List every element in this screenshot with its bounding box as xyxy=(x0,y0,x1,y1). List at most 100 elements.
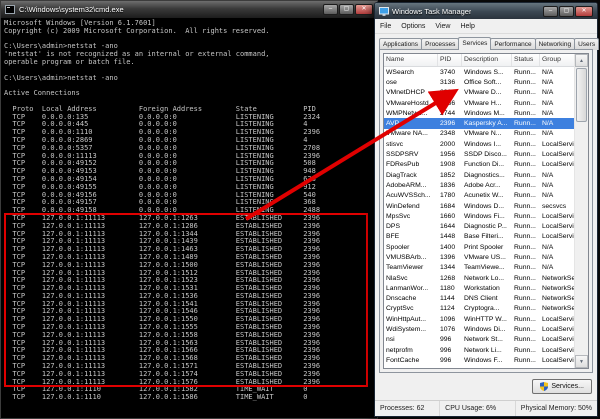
minimize-icon[interactable]: – xyxy=(543,5,558,17)
menu-item-file[interactable]: File xyxy=(375,22,396,31)
service-description: Network Lo... xyxy=(464,274,505,282)
service-row[interactable]: Spooler 1400 Print Spooler Runn... N/A xyxy=(384,242,575,252)
service-row[interactable]: VMUSBArb... 1396 VMware US... Runn... N/A xyxy=(384,252,575,262)
service-description: Cryptogra... xyxy=(464,305,500,313)
service-description: WinHTTP W... xyxy=(464,315,507,323)
scrollbar-thumb[interactable] xyxy=(576,68,587,122)
service-row[interactable]: netprofm 996 Network Li... Runn... LocalServ… xyxy=(384,345,575,355)
service-name: BFE xyxy=(386,233,400,241)
service-status: Runn... xyxy=(514,140,536,148)
service-row[interactable]: WSearch 3740 Windows S... Runn... N/A xyxy=(384,67,575,77)
menu-item-help[interactable]: Help xyxy=(455,22,479,31)
service-pid: 996 xyxy=(440,356,452,364)
service-description: Print Spooler xyxy=(464,243,504,251)
column-header-name[interactable]: Name xyxy=(384,54,438,66)
service-pid: 1144 xyxy=(440,295,455,303)
close-icon[interactable]: ✕ xyxy=(355,4,373,15)
service-status: Runn... xyxy=(514,68,536,76)
minimize-icon[interactable]: – xyxy=(323,4,338,15)
service-row[interactable]: VMwareHostd 2856 VMware H... Runn... N/A xyxy=(384,98,575,108)
highlight-rectangle xyxy=(4,213,368,387)
vertical-scrollbar[interactable]: ▲ ▼ xyxy=(574,54,588,368)
service-pid: 1684 xyxy=(440,202,456,210)
column-header-description[interactable]: Description xyxy=(462,54,512,66)
service-row[interactable]: nsi 996 Network St... Runn... LocalServic... xyxy=(384,335,575,345)
service-row[interactable]: NlaSvc 1268 Network Lo... Runn... NetworkSe.… xyxy=(384,273,575,283)
service-row[interactable]: stisvc 2000 Windows I... Runn... LocalServic… xyxy=(384,139,575,149)
services-list: Name PID Description Status Group WSearch 374… xyxy=(383,53,589,369)
service-status: Runn... xyxy=(514,171,536,179)
service-row[interactable]: DiagTrack 1852 Diagnostics... Runn... N/A xyxy=(384,170,575,180)
service-row[interactable]: FontCache 996 Windows F... Runn... LocalServ… xyxy=(384,355,575,365)
service-pid: 1956 xyxy=(440,151,456,159)
service-row[interactable]: LanmanWor... 1180 Workstation Runn... Networ… xyxy=(384,283,575,293)
service-row[interactable]: WdiSystem... 1076 Windows Di... Runn... Loca… xyxy=(384,324,575,334)
services-button[interactable]: Services... xyxy=(532,379,592,394)
service-name: AcuWVSSch... xyxy=(386,192,431,200)
service-description: VMware N... xyxy=(464,130,502,138)
service-group: N/A xyxy=(542,68,554,76)
service-group: secsvcs xyxy=(542,202,567,210)
service-row[interactable]: BFE 1448 Base Filteri... Runn... LocalServic… xyxy=(384,232,575,242)
service-row[interactable]: VMnetDHCP 2924 VMware D... Runn... N/A xyxy=(384,88,575,98)
cmd-window-title: C:\Windows\system32\cmd.exe xyxy=(19,5,124,14)
tab-services[interactable]: Services xyxy=(458,37,492,50)
maximize-icon[interactable]: ▢ xyxy=(339,4,354,15)
service-row[interactable]: AdobeARM... 1836 Adobe Acr... Runn... N/A xyxy=(384,180,575,190)
service-status: Runn... xyxy=(514,326,536,334)
column-header-group[interactable]: Group xyxy=(540,54,575,66)
service-row[interactable]: VMware NA... 2348 VMware N... Runn... N/A xyxy=(384,129,575,139)
scroll-down-icon[interactable]: ▼ xyxy=(575,355,588,368)
service-pid: 1268 xyxy=(440,274,456,282)
service-description: Function Di... xyxy=(464,161,505,169)
maximize-icon[interactable]: ▢ xyxy=(559,5,574,17)
service-description: VMware H... xyxy=(464,99,502,107)
menu-item-view[interactable]: View xyxy=(430,22,455,31)
services-button-label: Services... xyxy=(551,383,584,390)
service-row[interactable]: WMPNetwo... 2744 Windows M... Runn... N/A xyxy=(384,108,575,118)
taskmgr-caption-buttons: – ▢ ✕ xyxy=(543,5,593,17)
service-group: N/A xyxy=(542,130,554,138)
service-name: LanmanWor... xyxy=(386,284,429,292)
service-row[interactable]: DPS 1644 Diagnostic P... Runn... LocalServic… xyxy=(384,221,575,231)
service-pid: 1448 xyxy=(440,233,456,241)
task-manager-icon xyxy=(379,6,389,16)
service-row[interactable]: AcuWVSSch... 1780 Acunetix W... Runn... N/A xyxy=(384,191,575,201)
cmd-titlebar[interactable]: C:\Windows\system32\cmd.exe – ▢ ✕ xyxy=(1,1,377,18)
service-description: VMware US... xyxy=(464,253,506,261)
service-row[interactable]: SSDPSRV 1956 SSDP Disco... Runn... LocalServ… xyxy=(384,149,575,159)
service-status: Runn... xyxy=(514,130,536,138)
service-pid: 1180 xyxy=(440,284,455,292)
menu-item-options[interactable]: Options xyxy=(396,22,430,31)
close-icon[interactable]: ✕ xyxy=(575,5,593,17)
service-name: VMUSBArb... xyxy=(386,253,427,261)
status-cpu-usage: CPU Usage: 6% xyxy=(440,401,516,416)
service-name: WMPNetwo... xyxy=(386,109,428,117)
service-row[interactable]: ose 3136 Office Soft... Runn... N/A xyxy=(384,77,575,87)
service-name: Spooler xyxy=(386,243,410,251)
service-group: N/A xyxy=(542,120,554,128)
service-name: MpsSvc xyxy=(386,212,411,220)
service-row[interactable]: TeamViewer 1344 TeamViewe... Runn... N/A xyxy=(384,263,575,273)
service-pid: 2348 xyxy=(440,130,456,138)
service-row[interactable]: MpsSvc 1660 Windows Fi... Runn... LocalServi… xyxy=(384,211,575,221)
service-row[interactable]: CryptSvc 1124 Cryptogra... Runn... NetworkSe… xyxy=(384,304,575,314)
service-row[interactable]: FDResPub 1908 Function Di... Runn... LocalSe… xyxy=(384,160,575,170)
taskmgr-titlebar[interactable]: Windows Task Manager – ▢ ✕ xyxy=(375,3,597,19)
service-row[interactable]: WinHttpAut... 1096 WinHTTP W... Runn... Loca… xyxy=(384,314,575,324)
service-name: VMware NA... xyxy=(386,130,428,138)
service-name: WSearch xyxy=(386,68,414,76)
column-header-pid[interactable]: PID xyxy=(438,54,462,66)
service-description: DNS Client xyxy=(464,295,498,303)
service-pid: 1644 xyxy=(440,223,456,231)
service-row[interactable]: Dnscache 1144 DNS Client Runn... NetworkSe..… xyxy=(384,294,575,304)
status-physical-memory: Physical Memory: 50% xyxy=(520,405,592,412)
scroll-up-icon[interactable]: ▲ xyxy=(575,54,588,67)
service-name: stisvc xyxy=(386,140,403,148)
service-row[interactable]: WinDefend 1684 Windows D... Runn... secsvcs xyxy=(384,201,575,211)
service-description: Office Soft... xyxy=(464,78,502,86)
column-header-status[interactable]: Status xyxy=(512,54,540,66)
service-status: Runn... xyxy=(514,315,536,323)
service-row[interactable]: AVP 2396 Kaspersky A... Runn... N/A xyxy=(384,118,575,129)
service-status: Runn... xyxy=(514,202,536,210)
